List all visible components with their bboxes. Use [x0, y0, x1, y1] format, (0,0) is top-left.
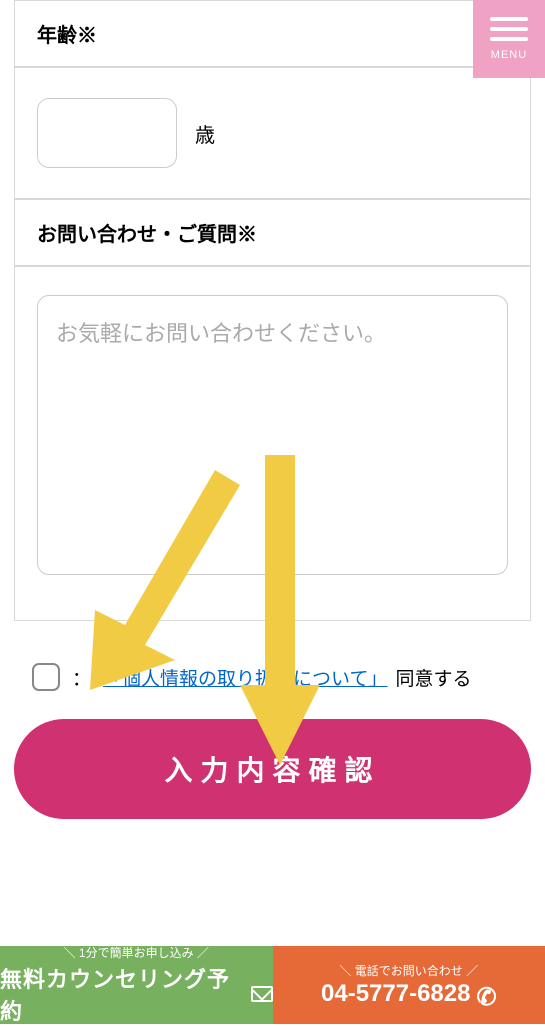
footer-phone-number: 04-5777-6828 — [321, 980, 470, 1008]
footer-booking-main: 無料カウンセリング予約 — [0, 962, 273, 1026]
footer-phone-main: 04-5777-6828 — [321, 980, 496, 1008]
age-suffix: 歳 — [195, 119, 215, 148]
footer-booking-button[interactable]: ＼ 1分で簡単お申し込み ／ 無料カウンセリング予約 — [0, 946, 273, 1024]
inquiry-section-header: お問い合わせ・ご質問※ — [14, 199, 531, 266]
menu-button[interactable]: MENU — [473, 0, 545, 78]
footer-bar: ＼ 1分で簡単お申し込み ／ 無料カウンセリング予約 ＼ 電話でお問い合わせ ／… — [0, 946, 545, 1024]
annotation-arrow-icon — [240, 455, 320, 765]
mail-icon — [251, 986, 272, 1002]
phone-icon — [476, 984, 496, 1004]
consent-trail: 同意する — [395, 664, 471, 691]
menu-bar-icon — [490, 17, 528, 21]
age-input-box: 歳 — [14, 67, 531, 199]
consent-checkbox[interactable] — [32, 663, 60, 691]
footer-phone-subtitle: ＼ 電話でお問い合わせ ／ — [339, 962, 478, 979]
age-input[interactable] — [37, 98, 177, 168]
menu-bar-icon — [490, 37, 528, 41]
age-section-header: 年齢※ — [14, 0, 531, 67]
menu-bar-icon — [490, 27, 528, 31]
age-label: 年齢※ — [37, 19, 508, 48]
footer-booking-subtitle: ＼ 1分で簡単お申し込み ／ — [64, 944, 209, 961]
footer-booking-label: 無料カウンセリング予約 — [0, 962, 245, 1026]
menu-label: MENU — [491, 49, 527, 61]
inquiry-label: お問い合わせ・ご質問※ — [37, 218, 508, 247]
footer-phone-button[interactable]: ＼ 電話でお問い合わせ ／ 04-5777-6828 — [273, 946, 545, 1024]
annotation-arrow-icon — [85, 460, 245, 700]
